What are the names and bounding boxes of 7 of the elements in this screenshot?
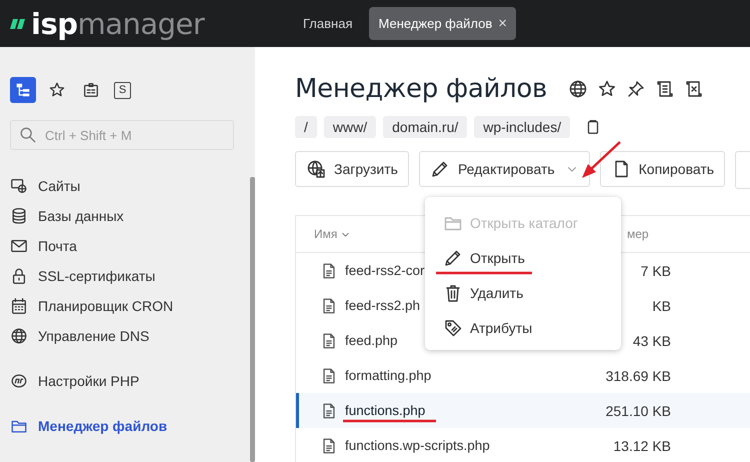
file-size: 43 KB — [632, 332, 671, 348]
page-title: Менеджер файлов — [295, 74, 547, 104]
file-size: 13.12 KB — [613, 438, 671, 454]
file-size: KB — [652, 298, 671, 314]
file-size: 251.10 KB — [606, 402, 671, 418]
file-size: 7 KB — [640, 262, 671, 278]
file-size: 318.69 KB — [606, 368, 671, 384]
